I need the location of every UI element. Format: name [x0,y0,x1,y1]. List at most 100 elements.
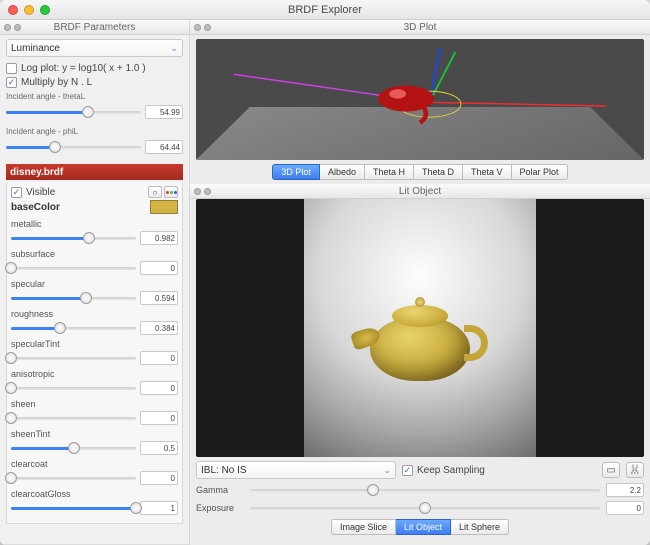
param-slider-metallic[interactable] [11,232,136,244]
param-value-sheen[interactable]: 0 [140,411,178,425]
tab-image-slice[interactable]: Image Slice [331,519,396,535]
rgb-toggle-button[interactable] [164,186,178,198]
tab-3d-plot[interactable]: 3D Plot [272,164,320,180]
param-slider-specular[interactable] [11,292,136,304]
ibl-select-value: IBL: No IS [201,465,247,476]
param-label-sheen: sheen [11,399,178,409]
phil-value[interactable]: 64.44 [145,140,183,154]
param-value-anisotropic[interactable]: 0 [140,381,178,395]
chevron-down-icon: ⌄ [383,465,391,476]
param-slider-sheen[interactable] [11,412,136,424]
lit-object-panel: IBL: No IS ⌄ ✓ Keep Sampling ▭ 🐰 Gamma 2… [196,199,644,539]
brdf-body: ✓ Visible ○ baseColor metallic 0.982 subsu… [6,182,183,524]
brdf-parameters-panel: BRDF Parameters Luminance ⌄ Log plot: y … [0,20,190,545]
param-value-specular[interactable]: 0.594 [140,291,178,305]
tab-albedo[interactable]: Albedo [320,164,365,180]
gamma-label: Gamma [196,485,244,495]
param-value-clearcoatGloss[interactable]: 1 [140,501,178,515]
param-label-subsurface: subsurface [11,249,178,259]
visible-label: Visible [26,187,55,198]
tab-lit-object[interactable]: Lit Object [396,519,451,535]
param-value-clearcoat[interactable]: 0 [140,471,178,485]
mono-toggle-button[interactable]: ○ [148,186,162,198]
panel-title: BRDF Parameters [54,22,136,33]
param-slider-clearcoat[interactable] [11,472,136,484]
gamma-slider[interactable] [250,484,600,496]
exposure-value[interactable]: 0 [606,501,644,515]
thetal-value[interactable]: 54.99 [145,105,183,119]
multiply-nl-label: Multiply by N . L [21,77,92,88]
panel-pop-icon[interactable] [204,24,211,31]
phil-slider[interactable] [6,141,141,153]
brdf-file-header[interactable]: disney.brdf [6,164,183,180]
param-label-anisotropic: anisotropic [11,369,178,379]
lit-object-title: Lit Object [399,186,441,197]
param-slider-anisotropic[interactable] [11,382,136,394]
x-axis-icon [429,102,606,106]
lit-object-viewport[interactable] [196,199,644,457]
plot-panel-title: 3D Plot [404,22,437,33]
content: BRDF Parameters Luminance ⌄ Log plot: y … [0,20,650,545]
panel-close-icon[interactable] [194,188,201,195]
tab-theta-h[interactable]: Theta H [365,164,414,180]
param-label-clearcoatGloss: clearcoatGloss [11,489,178,499]
plot-panel-header[interactable]: 3D Plot [190,20,650,35]
titlebar: BRDF Explorer [0,0,650,20]
param-slider-roughness[interactable] [11,322,136,334]
log-plot-label: Log plot: y = log10( x + 1.0 ) [21,63,146,74]
log-plot-checkbox[interactable] [6,63,17,74]
thetal-slider[interactable] [6,106,141,118]
right-column: 3D Plot 3D PlotAlbedoTheta H [190,20,650,545]
param-value-subsurface[interactable]: 0 [140,261,178,275]
panel-close-icon[interactable] [194,24,201,31]
close-icon[interactable] [8,5,18,15]
basecolor-label: baseColor [11,202,60,213]
param-value-specularTint[interactable]: 0 [140,351,178,365]
basecolor-swatch[interactable] [150,200,178,214]
param-slider-specularTint[interactable] [11,352,136,364]
param-label-clearcoat: clearcoat [11,459,178,469]
param-value-roughness[interactable]: 0.384 [140,321,178,335]
app-window: BRDF Explorer BRDF Parameters Luminance … [0,0,650,545]
param-label-specularTint: specularTint [11,339,178,349]
plot-panel: 3D Plot 3D PlotAlbedoTheta H [190,20,650,184]
brdf-lobe-highlight [389,89,406,98]
param-value-sheenTint[interactable]: 0.5 [140,441,178,455]
model-button[interactable]: 🐰 [626,462,644,478]
keep-sampling-checkbox[interactable]: ✓ [402,465,413,476]
visible-checkbox[interactable]: ✓ [11,187,22,198]
plot-tab-strip: 3D PlotAlbedoTheta HTheta DTheta VPolar … [190,164,650,180]
exposure-slider[interactable] [250,502,600,514]
param-value-metallic[interactable]: 0.982 [140,231,178,245]
param-label-roughness: roughness [11,309,178,319]
tab-theta-v[interactable]: Theta V [463,164,512,180]
brdf-parameters-header[interactable]: BRDF Parameters [0,20,189,35]
lit-object-header[interactable]: Lit Object [190,184,650,199]
plot3d-viewport[interactable] [196,39,644,160]
panel-close-icon[interactable] [4,24,11,31]
channel-select-value: Luminance [11,43,60,54]
param-label-specular: specular [11,279,178,289]
phil-label: Incident angle - phiL [6,127,183,136]
panel-pop-icon[interactable] [14,24,21,31]
param-slider-subsurface[interactable] [11,262,136,274]
save-image-button[interactable]: ▭ [602,462,620,478]
minimize-icon[interactable] [24,5,34,15]
window-title: BRDF Explorer [288,4,362,16]
teapot-icon [370,317,470,381]
param-slider-clearcoatGloss[interactable] [11,502,136,514]
param-slider-sheenTint[interactable] [11,442,136,454]
traffic-lights [8,5,50,15]
zoom-icon[interactable] [40,5,50,15]
tab-lit-sphere[interactable]: Lit Sphere [451,519,509,535]
tab-polar-plot[interactable]: Polar Plot [512,164,568,180]
thetal-label: Incident angle - thetaL [6,92,183,101]
panel-pop-icon[interactable] [204,188,211,195]
multiply-nl-checkbox[interactable]: ✓ [6,77,17,88]
ibl-select[interactable]: IBL: No IS ⌄ [196,461,396,479]
gamma-value[interactable]: 2.2 [606,483,644,497]
param-label-metallic: metallic [11,219,178,229]
tab-theta-d[interactable]: Theta D [414,164,463,180]
exposure-label: Exposure [196,503,244,513]
channel-select[interactable]: Luminance ⌄ [6,39,183,57]
